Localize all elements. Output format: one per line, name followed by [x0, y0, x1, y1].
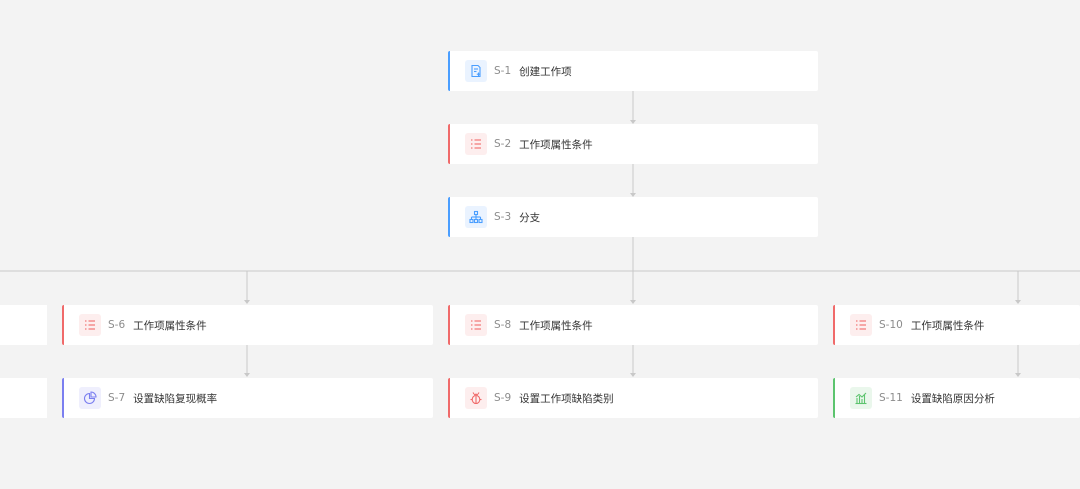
arrow-head	[1015, 373, 1021, 377]
workflow-node-s1[interactable]: S-1 创建工作项	[448, 51, 818, 91]
node-label: 工作项属性条件	[133, 319, 207, 332]
arrow-head	[630, 300, 636, 304]
offscreen-node-partial[interactable]	[0, 305, 47, 345]
hierarchy-icon	[465, 206, 487, 228]
node-label: 创建工作项	[519, 65, 572, 78]
workflow-node-s11[interactable]: S-11 设置缺陷原因分析	[833, 378, 1080, 418]
arrow-head	[630, 373, 636, 377]
node-label: 设置缺陷复现概率	[133, 392, 218, 405]
node-code: S-7	[108, 392, 126, 404]
document-add-icon	[465, 60, 487, 82]
node-code: S-2	[494, 138, 512, 150]
list-icon	[465, 133, 487, 155]
workflow-node-s2[interactable]: S-2 工作项属性条件	[448, 124, 818, 164]
workflow-node-s6[interactable]: S-6 工作项属性条件	[62, 305, 433, 345]
arrow-head	[244, 300, 250, 304]
node-code: S-3	[494, 211, 512, 223]
workflow-node-s10[interactable]: S-10 工作项属性条件	[833, 305, 1080, 345]
offscreen-node-partial[interactable]	[0, 378, 47, 418]
workflow-node-s8[interactable]: S-8 工作项属性条件	[448, 305, 818, 345]
list-icon	[850, 314, 872, 336]
bug-icon	[465, 387, 487, 409]
arrow-head	[1015, 300, 1021, 304]
list-icon	[465, 314, 487, 336]
node-code: S-11	[879, 392, 903, 404]
node-code: S-9	[494, 392, 512, 404]
workflow-node-s7[interactable]: S-7 设置缺陷复现概率	[62, 378, 433, 418]
list-icon	[79, 314, 101, 336]
workflow-node-s3[interactable]: S-3 分支	[448, 197, 818, 237]
node-label: 分支	[519, 211, 541, 224]
bar-chart-icon	[850, 387, 872, 409]
node-label: 设置缺陷原因分析	[910, 392, 995, 405]
workflow-canvas: S-1 创建工作项 S-2 工作项属性条件 S-3 分支 S-6 工作项属性条件…	[0, 0, 1080, 489]
arrow-head	[244, 373, 250, 377]
node-code: S-1	[494, 65, 512, 77]
workflow-node-s9[interactable]: S-9 设置工作项缺陷类别	[448, 378, 818, 418]
pie-chart-icon	[79, 387, 101, 409]
node-label: 设置工作项缺陷类别	[519, 392, 614, 405]
node-code: S-8	[494, 319, 512, 331]
node-code: S-10	[879, 319, 903, 331]
node-label: 工作项属性条件	[910, 319, 985, 332]
node-label: 工作项属性条件	[519, 138, 593, 151]
node-code: S-6	[108, 319, 126, 331]
node-label: 工作项属性条件	[519, 319, 593, 332]
